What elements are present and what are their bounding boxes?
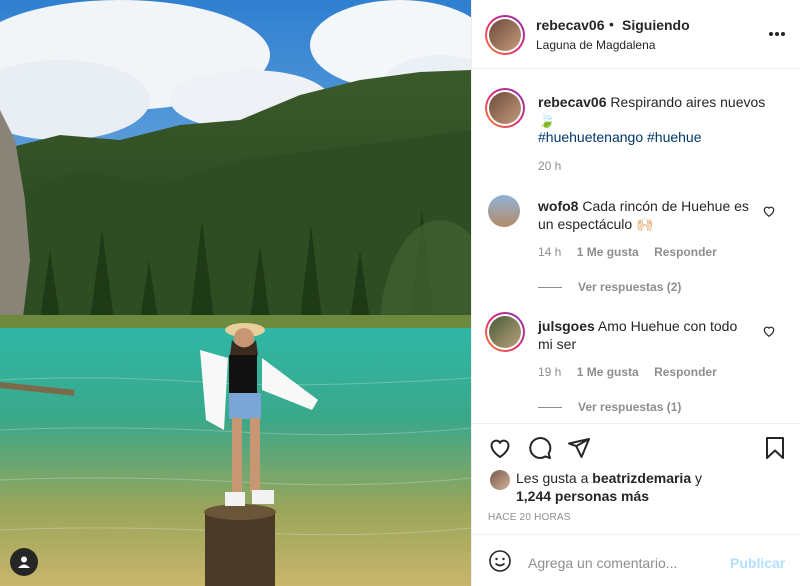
likes-summary: Les gusta a beatrizdemaria y 1,244 perso… [516,469,702,505]
caption-username[interactable]: rebecav06 [538,94,607,110]
post-actions: Les gusta a beatrizdemaria y 1,244 perso… [472,423,800,543]
reply-button[interactable]: Responder [654,245,717,259]
post-detail-panel: rebecav06 • Siguiendo Laguna de Magdalen… [471,0,800,586]
tagged-users-button[interactable] [10,548,38,576]
likes-prefix: Les gusta a [516,470,589,486]
view-replies-label[interactable]: Ver respuestas (2) [578,280,681,294]
like-comment-icon[interactable] [762,324,776,338]
user-icon [18,556,30,568]
likes-count[interactable]: 1,244 personas más [516,488,649,504]
liker-avatar[interactable] [490,470,510,490]
post-header: rebecav06 • Siguiendo Laguna de Magdalen… [472,0,800,69]
comment-avatar[interactable] [488,195,520,227]
share-paper-plane-icon[interactable] [567,436,591,460]
leaf-emoji: 🍃 [538,112,556,128]
add-comment-bar: Agrega un comentario... Publicar [472,534,800,586]
reply-button[interactable]: Responder [654,365,717,379]
save-bookmark-icon[interactable] [763,436,787,460]
post-timestamp[interactable]: HACE 20 HORAS [488,512,571,523]
view-replies[interactable]: Ver respuestas (1) [538,398,681,414]
like-heart-icon[interactable] [488,436,512,460]
like-comment-icon[interactable] [762,204,776,218]
caption-hashtags[interactable]: #huehuetenango #huehue [538,128,702,146]
comment-time: 19 h [538,365,562,379]
view-replies[interactable]: Ver respuestas (2) [538,278,681,294]
author-avatar[interactable] [489,19,521,51]
liker-username[interactable]: beatrizdemaria [592,470,691,486]
separator-dot: • [609,16,614,32]
replies-divider [538,406,562,408]
more-options-icon[interactable] [769,26,785,42]
emoji-smiley-icon[interactable] [488,549,512,573]
likes-conj: y [695,470,702,486]
comment-likes[interactable]: 1 Me gusta [577,365,639,379]
comment-input[interactable]: Agrega un comentario... [528,555,677,571]
comments-list: rebecav06 Respirando aires nuevos 🍃 #hue… [472,70,800,422]
caption-avatar[interactable] [489,92,521,124]
post-photo[interactable] [0,0,471,586]
location-link[interactable]: Laguna de Magdalena [536,38,655,52]
author-username[interactable]: rebecav06 [536,17,605,33]
comment-avatar[interactable] [489,316,521,348]
caption-time: 20 h [538,159,562,173]
view-replies-label[interactable]: Ver respuestas (1) [578,400,681,414]
lake-scene-image [0,0,471,586]
comment-username[interactable]: wofo8 [538,198,578,214]
comment-likes[interactable]: 1 Me gusta [577,245,639,259]
replies-divider [538,286,562,288]
comment-time: 14 h [538,245,562,259]
comment-username[interactable]: julsgoes [538,318,595,334]
following-button[interactable]: Siguiendo [622,17,690,33]
comment-bubble-icon[interactable] [528,436,552,460]
caption-text: Respirando aires nuevos [610,94,766,110]
publish-button[interactable]: Publicar [730,555,785,571]
